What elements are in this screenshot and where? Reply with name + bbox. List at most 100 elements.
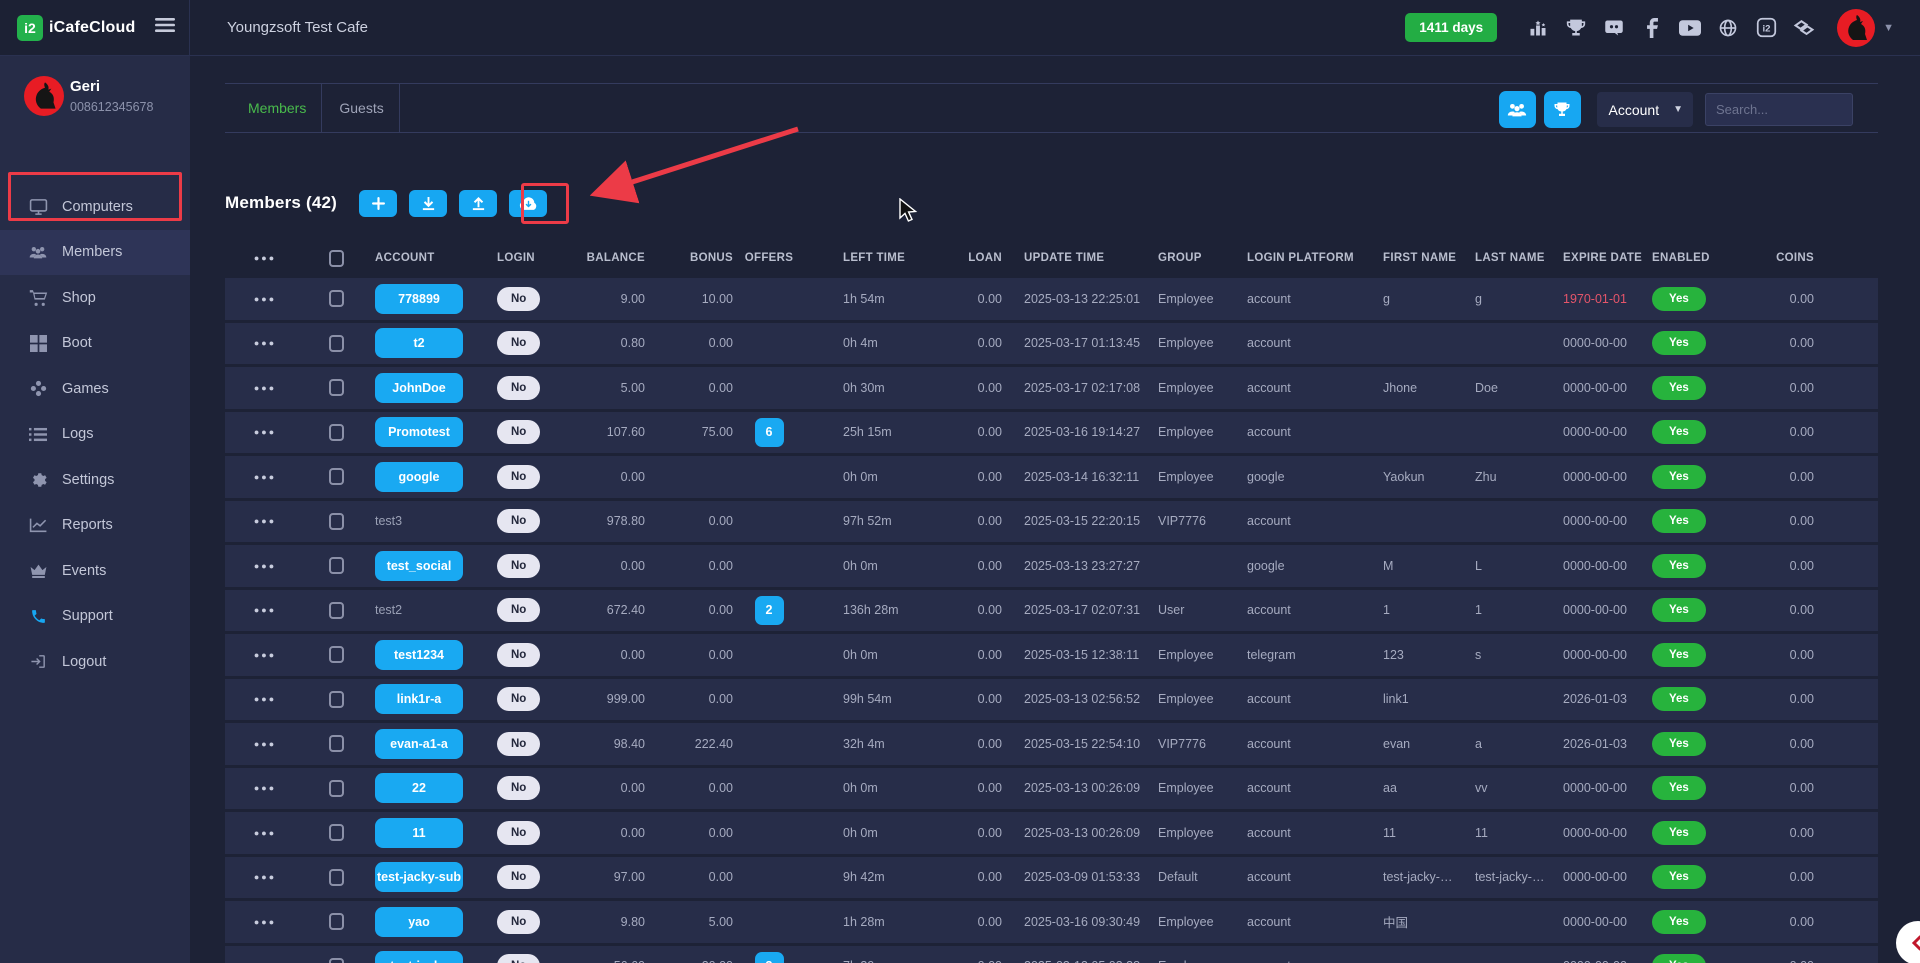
col-header-lefttime[interactable]: LEFT TIME <box>794 245 926 271</box>
row-select[interactable] <box>305 278 368 320</box>
row-checkbox[interactable] <box>329 735 344 752</box>
import-button[interactable] <box>409 190 447 217</box>
sidebar-item-shop[interactable]: Shop <box>0 275 190 321</box>
account-pill[interactable]: JohnDoe <box>375 373 463 403</box>
col-header-first[interactable]: FIRST NAME <box>1380 245 1472 271</box>
row-menu-icon[interactable]: ●●● <box>254 917 276 927</box>
facebook-icon[interactable] <box>1641 17 1663 39</box>
account-pill[interactable]: evan-a1-a <box>375 729 463 759</box>
row-checkbox[interactable] <box>329 290 344 307</box>
sidebar-item-reports[interactable]: Reports <box>0 503 190 549</box>
sidebar-item-events[interactable]: Events <box>0 548 190 594</box>
account-pill[interactable]: 778899 <box>375 284 463 314</box>
row-checkbox[interactable] <box>329 646 344 663</box>
row-checkbox[interactable] <box>329 557 344 574</box>
row-actions[interactable]: ●●● <box>225 412 305 454</box>
row-menu-icon[interactable]: ●●● <box>254 338 276 348</box>
row-actions[interactable]: ●●● <box>225 857 305 899</box>
offers-badge[interactable]: 3 <box>755 952 784 963</box>
row-checkbox[interactable] <box>329 958 344 963</box>
row-actions[interactable]: ●●● <box>225 901 305 943</box>
rank-view-button[interactable] <box>1544 91 1581 128</box>
account-pill[interactable]: Promotest <box>375 417 463 447</box>
row-menu-icon[interactable]: ●●● <box>254 872 276 882</box>
row-checkbox[interactable] <box>329 424 344 441</box>
col-header-login[interactable]: LOGIN <box>490 245 586 271</box>
col-header-enabled[interactable]: ENABLED <box>1648 245 1740 271</box>
col-header-platform[interactable]: LOGIN PLATFORM <box>1244 245 1380 271</box>
row-checkbox[interactable] <box>329 913 344 930</box>
row-checkbox[interactable] <box>329 468 344 485</box>
account-pill[interactable]: yao <box>375 907 463 937</box>
row-actions[interactable]: ●●● <box>225 768 305 810</box>
row-select[interactable] <box>305 679 368 721</box>
row-select[interactable] <box>305 634 368 676</box>
account-text[interactable]: test3 <box>375 514 402 528</box>
row-select[interactable] <box>305 412 368 454</box>
row-select[interactable] <box>305 946 368 963</box>
sidebar-item-support[interactable]: Support <box>0 594 190 640</box>
ranking-icon[interactable] <box>1527 17 1549 39</box>
row-actions[interactable]: ●●● <box>225 723 305 765</box>
hamburger-menu-icon[interactable] <box>155 17 175 38</box>
col-header-account[interactable]: ACCOUNT <box>368 245 490 271</box>
row-checkbox[interactable] <box>329 824 344 841</box>
row-menu-icon[interactable]: ●●● <box>254 739 276 749</box>
row-menu-icon[interactable]: ●●● <box>254 516 276 526</box>
offers-badge[interactable]: 6 <box>755 418 784 447</box>
header-menu[interactable]: ●●● <box>225 245 305 271</box>
account-pill[interactable]: t2 <box>375 328 463 358</box>
col-header-update[interactable]: UPDATE TIME <box>1014 245 1154 271</box>
row-checkbox[interactable] <box>329 869 344 886</box>
account-pill[interactable]: link1r-a <box>375 684 463 714</box>
row-checkbox[interactable] <box>329 513 344 530</box>
globe-icon[interactable] <box>1717 17 1739 39</box>
row-checkbox[interactable] <box>329 335 344 352</box>
row-actions[interactable]: ●●● <box>225 634 305 676</box>
row-select[interactable] <box>305 768 368 810</box>
subscription-days-badge[interactable]: 1411 days <box>1405 13 1497 42</box>
row-actions[interactable]: ●●● <box>225 812 305 854</box>
row-menu-icon[interactable]: ●●● <box>254 650 276 660</box>
row-select[interactable] <box>305 590 368 632</box>
row-actions[interactable]: ●●● <box>225 501 305 543</box>
row-actions[interactable]: ●●● <box>225 456 305 498</box>
tab-guests[interactable]: Guests <box>322 84 399 132</box>
header-select-all[interactable] <box>305 245 368 271</box>
row-checkbox[interactable] <box>329 691 344 708</box>
row-select[interactable] <box>305 545 368 587</box>
row-select[interactable] <box>305 857 368 899</box>
row-checkbox[interactable] <box>329 780 344 797</box>
members-view-button[interactable] <box>1499 91 1536 128</box>
select-all-checkbox[interactable] <box>329 250 344 267</box>
sidebar-item-computers[interactable]: Computers <box>0 184 190 230</box>
account-pill[interactable]: 22 <box>375 773 463 803</box>
row-menu-icon[interactable]: ●●● <box>254 561 276 571</box>
row-select[interactable] <box>305 367 368 409</box>
row-checkbox[interactable] <box>329 602 344 619</box>
sidebar-user-card[interactable]: Geri 008612345678 <box>0 56 190 172</box>
trophy-icon[interactable] <box>1565 17 1587 39</box>
filter-select[interactable]: Account ▼ <box>1597 92 1694 127</box>
sidebar-item-games[interactable]: Games <box>0 366 190 412</box>
cloud-download-button[interactable] <box>509 190 547 217</box>
account-pill[interactable]: 11 <box>375 818 463 848</box>
tab-members[interactable]: Members <box>225 84 322 132</box>
user-avatar[interactable] <box>1837 9 1875 47</box>
row-menu-icon[interactable]: ●●● <box>254 427 276 437</box>
layers-icon[interactable] <box>1793 17 1815 39</box>
row-menu-icon[interactable]: ●●● <box>254 605 276 615</box>
account-pill[interactable]: test_social <box>375 551 463 581</box>
col-header-offers[interactable]: OFFERS <box>744 245 794 271</box>
row-select[interactable] <box>305 323 368 365</box>
col-header-group[interactable]: GROUP <box>1154 245 1244 271</box>
account-pill[interactable]: google <box>375 462 463 492</box>
sidebar-item-boot[interactable]: Boot <box>0 321 190 367</box>
row-actions[interactable]: ●●● <box>225 367 305 409</box>
col-header-bonus[interactable]: BONUS <box>658 245 744 271</box>
offers-badge[interactable]: 2 <box>755 596 784 625</box>
chevron-down-icon[interactable]: ▼ <box>1883 22 1894 34</box>
row-actions[interactable]: ●●● <box>225 323 305 365</box>
col-header-balance[interactable]: BALANCE <box>586 245 658 271</box>
account-text[interactable]: test2 <box>375 603 402 617</box>
